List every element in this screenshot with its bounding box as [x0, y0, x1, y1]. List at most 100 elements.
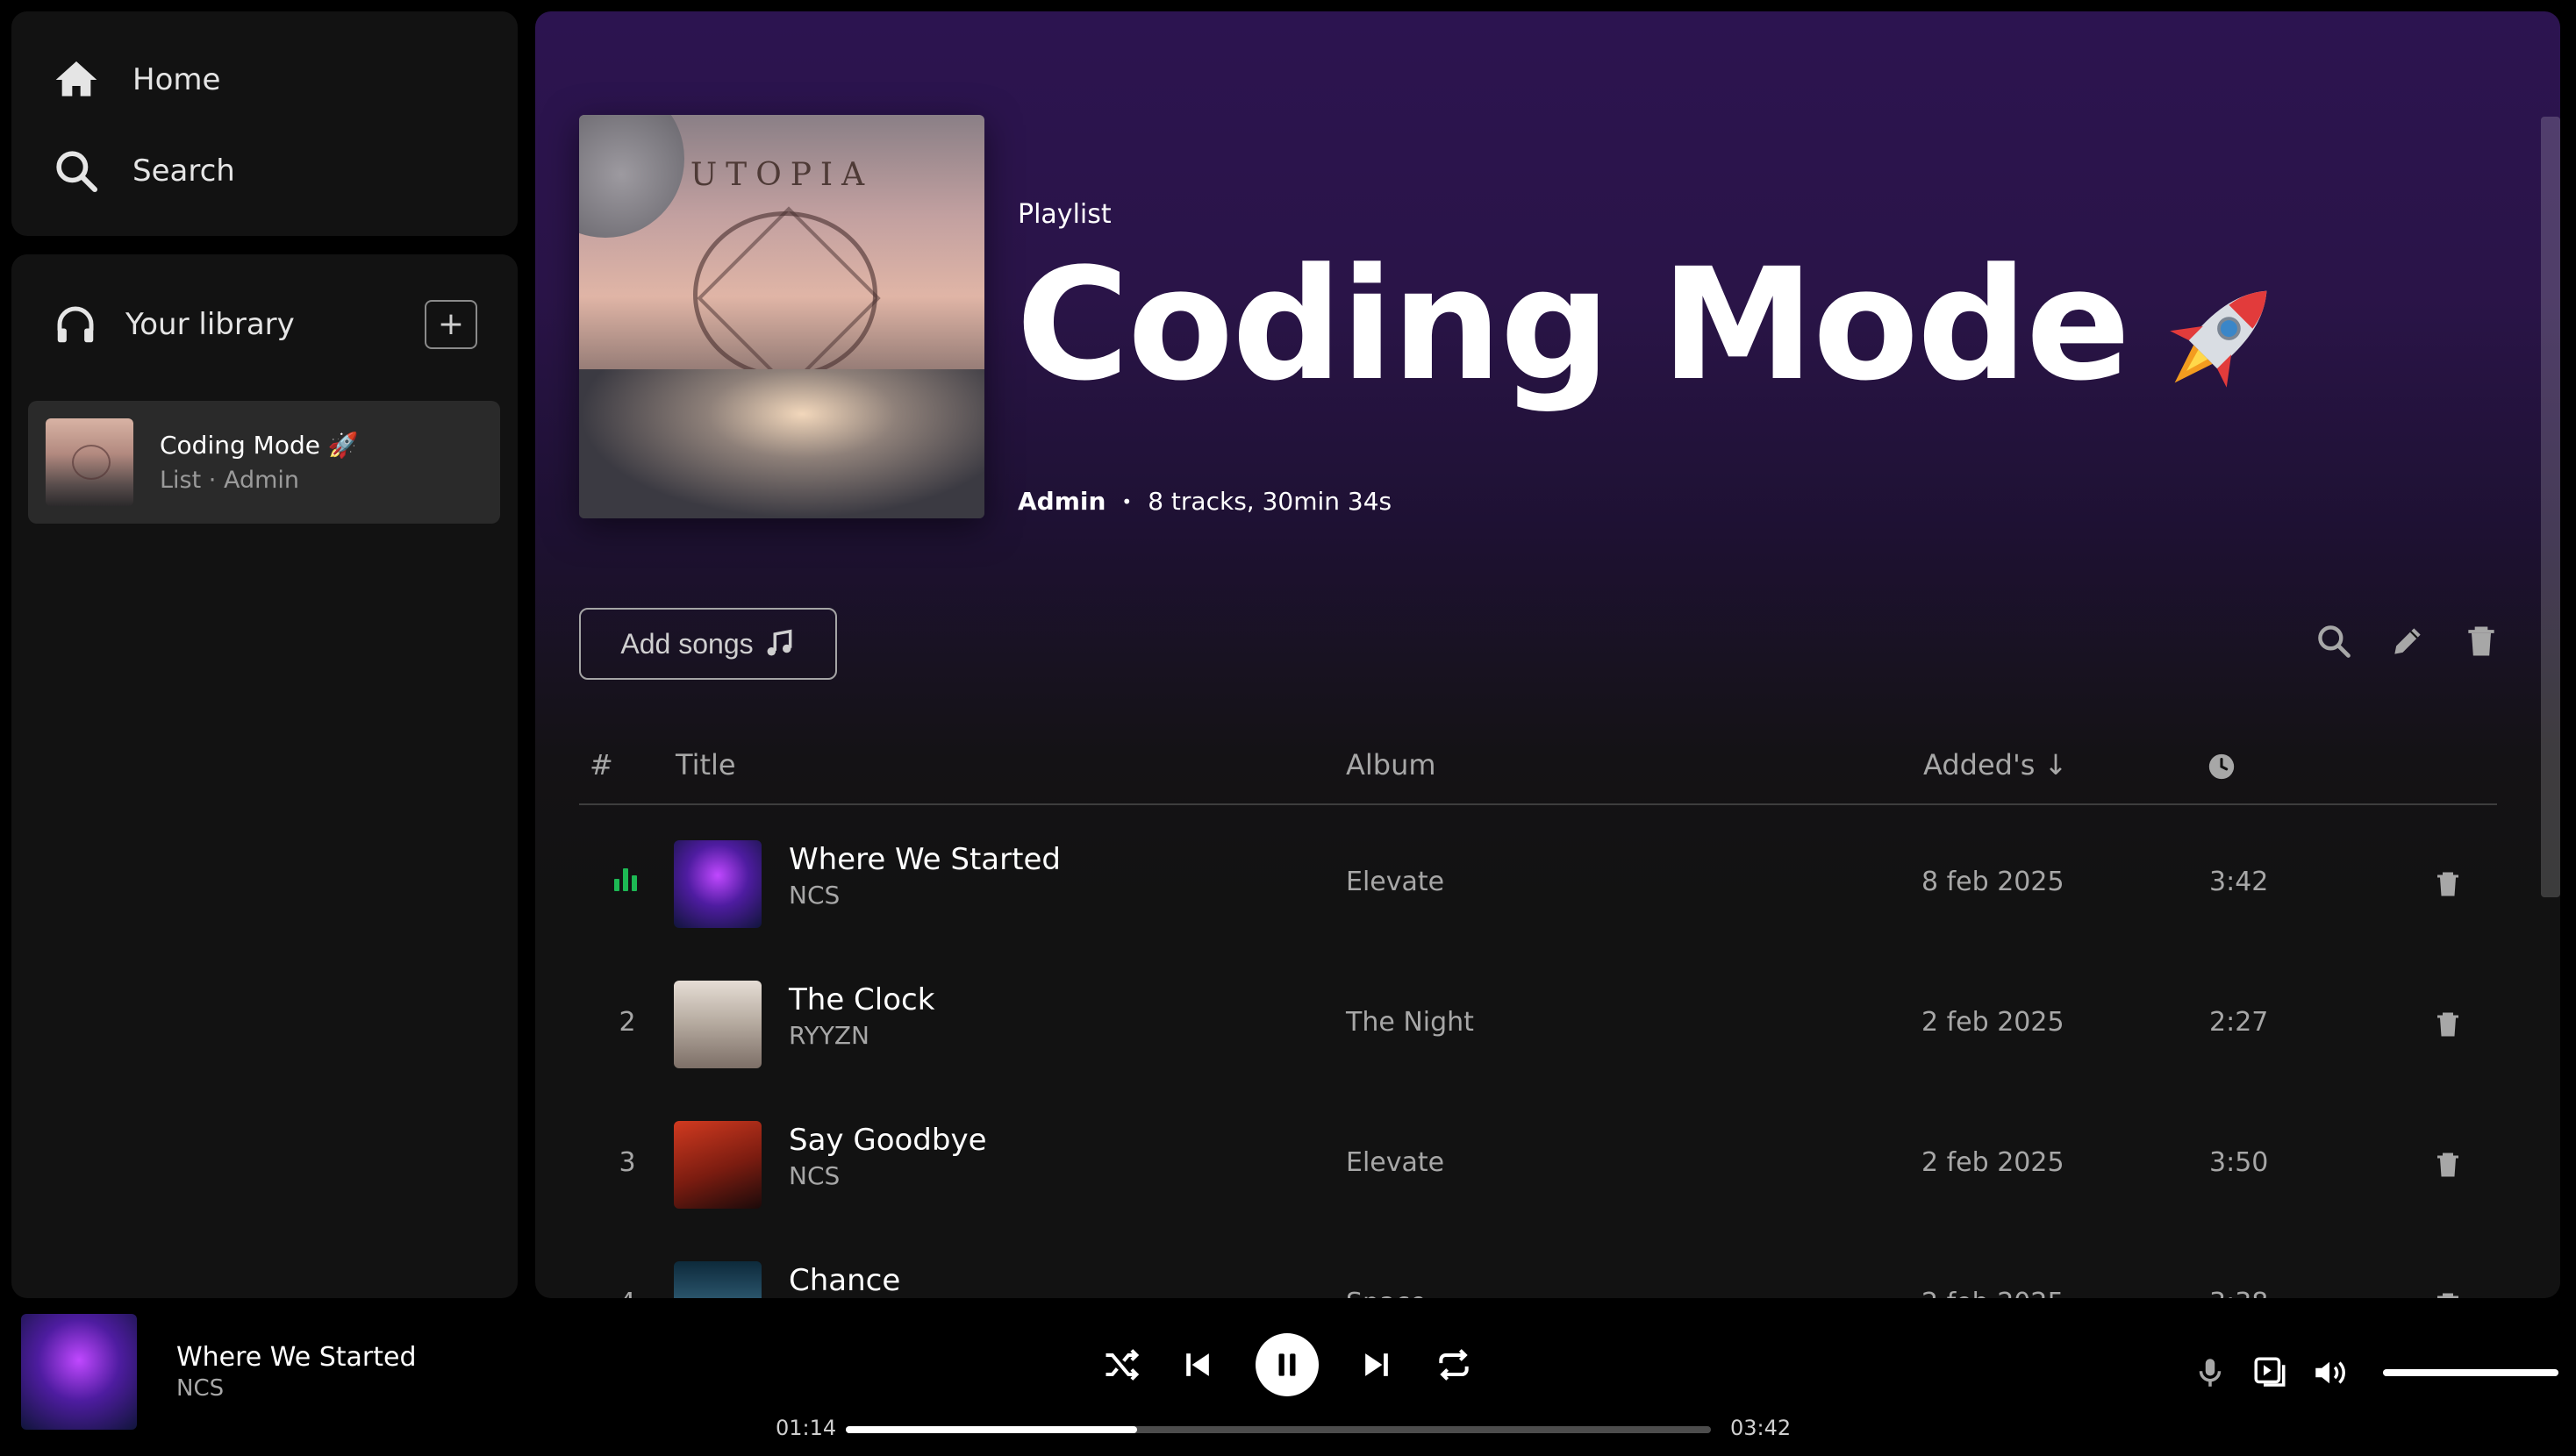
player-bar: Where We Started NCS 01:14 03:42	[0, 1307, 2576, 1456]
clock-icon	[2208, 753, 2235, 780]
search-icon	[56, 151, 98, 193]
track-number: 4	[614, 1288, 640, 1298]
volume-slider[interactable]	[2383, 1369, 2558, 1376]
track-duration: 3:50	[2209, 1147, 2269, 1178]
playlist-type: Playlist	[1018, 199, 1112, 230]
column-header-added[interactable]: Added's ↓	[1923, 748, 2067, 782]
rocket-icon	[2170, 290, 2267, 388]
cover-dome	[693, 211, 877, 378]
nav-panel: Home Search	[11, 11, 518, 236]
track-album[interactable]: Space	[1346, 1288, 1426, 1298]
library-title-label: Your library	[125, 307, 295, 342]
pause-button[interactable]	[1256, 1333, 1319, 1396]
track-duration: 2:27	[2209, 1007, 2269, 1038]
track-cover	[674, 840, 762, 928]
cover-ground	[579, 369, 984, 518]
playlist-owner[interactable]: Admin	[1018, 487, 1106, 516]
nav-search[interactable]: Search	[52, 146, 235, 196]
volume-icon[interactable]	[2311, 1354, 2348, 1391]
microphone-icon[interactable]	[2192, 1354, 2229, 1391]
library-item-cover	[46, 418, 133, 506]
track-added-date: 8 feb 2025	[1921, 867, 2064, 897]
playlist-view: UTOPIA Playlist Coding Mode Admin • 8 tr…	[535, 11, 2560, 1298]
add-songs-label: Add songs	[620, 627, 754, 660]
playlist-stats: 8 tracks, 30min 34s	[1148, 487, 1392, 516]
repeat-icon[interactable]	[1435, 1345, 1473, 1384]
playlist-actions	[2315, 622, 2501, 660]
track-duration: 3:38	[2209, 1288, 2268, 1298]
track-number: 3	[619, 1147, 636, 1178]
trash-icon[interactable]	[2432, 1147, 2464, 1182]
pause-icon	[1278, 1353, 1296, 1376]
library-add-button[interactable]: +	[425, 300, 477, 349]
column-header-album[interactable]: Album	[1346, 748, 1436, 782]
scrollbar[interactable]	[2541, 117, 2560, 897]
pencil-icon[interactable]	[2388, 622, 2427, 660]
home-icon	[55, 61, 97, 96]
next-icon[interactable]	[1357, 1345, 1396, 1384]
library-panel: Your library + Coding Mode 🚀 List · Admi…	[11, 254, 518, 1298]
now-playing-artist[interactable]: NCS	[176, 1375, 224, 1402]
add-songs-button[interactable]: Add songs	[579, 608, 837, 680]
library-header: Your library +	[52, 298, 477, 351]
track-album[interactable]: Elevate	[1346, 867, 1444, 897]
column-header-number: #	[590, 748, 613, 782]
track-row[interactable]: 2 The Clock RYYZN The Night 2 feb 2025 2…	[535, 954, 2536, 1095]
progress-bar[interactable]	[846, 1426, 1711, 1433]
queue-icon[interactable]	[2251, 1354, 2288, 1391]
nav-home[interactable]: Home	[52, 55, 220, 104]
shuffle-icon[interactable]	[1101, 1345, 1140, 1384]
track-artist[interactable]: NCS	[789, 881, 840, 910]
music-app: Home Search Your library + Coding Mode 🚀…	[0, 0, 2576, 1456]
trash-icon[interactable]	[2462, 622, 2501, 660]
headphones-icon	[57, 306, 94, 343]
current-time: 01:14	[776, 1416, 837, 1440]
total-time: 03:42	[1730, 1416, 1792, 1440]
track-cover	[674, 1121, 762, 1209]
now-playing-title[interactable]: Where We Started	[176, 1342, 417, 1373]
extra-controls	[2192, 1354, 2558, 1391]
library-item-sub: List · Admin	[160, 467, 299, 494]
track-album[interactable]: Elevate	[1346, 1147, 1444, 1178]
playlist-meta: Admin • 8 tracks, 30min 34s	[1018, 487, 1392, 516]
music-note-icon	[767, 629, 792, 656]
track-artist[interactable]: RYYZN	[789, 1021, 869, 1050]
playback-controls	[1101, 1333, 1473, 1396]
now-playing-indicator-icon	[614, 868, 637, 891]
library-title[interactable]: Your library	[52, 301, 295, 348]
track-title: Chance	[789, 1263, 901, 1298]
column-header-title[interactable]: Title	[676, 748, 736, 782]
track-artist[interactable]: NCS	[789, 1161, 840, 1190]
now-playing-cover[interactable]	[21, 1314, 137, 1430]
meta-separator: •	[1121, 490, 1133, 512]
library-item-name: Coding Mode 🚀	[160, 431, 359, 460]
cover-text: UTOPIA	[690, 157, 874, 193]
track-duration: 3:42	[2209, 867, 2269, 897]
track-added-date: 2 feb 2025	[1921, 1007, 2064, 1038]
trash-icon[interactable]	[2432, 1007, 2464, 1042]
playlist-title: Coding Mode	[1016, 235, 2130, 415]
search-icon[interactable]	[2315, 622, 2353, 660]
library-item[interactable]: Coding Mode 🚀 List · Admin	[28, 401, 500, 524]
nav-search-label: Search	[132, 153, 235, 189]
playlist-cover: UTOPIA	[579, 115, 984, 518]
trash-icon[interactable]	[2432, 1288, 2464, 1298]
header-divider	[579, 803, 2497, 805]
previous-icon[interactable]	[1178, 1345, 1217, 1384]
track-added-date: 2 feb 2025	[1921, 1147, 2064, 1178]
track-album[interactable]: The Night	[1346, 1007, 1474, 1038]
track-title: Say Goodbye	[789, 1123, 987, 1158]
track-title: Where We Started	[789, 842, 1061, 877]
track-row[interactable]: 3 Say Goodbye NCS Elevate 2 feb 2025 3:5…	[535, 1095, 2536, 1235]
track-row[interactable]: 4 Chance Space 2 feb 2025 3:38	[535, 1235, 2536, 1298]
track-row[interactable]: Where We Started NCS Elevate 8 feb 2025 …	[535, 814, 2536, 954]
nav-home-label: Home	[132, 62, 221, 97]
track-cover	[674, 1261, 762, 1298]
track-cover	[674, 981, 762, 1068]
progress-fill	[846, 1426, 1138, 1433]
track-title: The Clock	[789, 982, 935, 1017]
volume-fill	[2383, 1369, 2558, 1376]
trash-icon[interactable]	[2432, 867, 2464, 902]
track-number: 2	[619, 1007, 636, 1038]
track-added-date: 2 feb 2025	[1921, 1288, 2064, 1298]
